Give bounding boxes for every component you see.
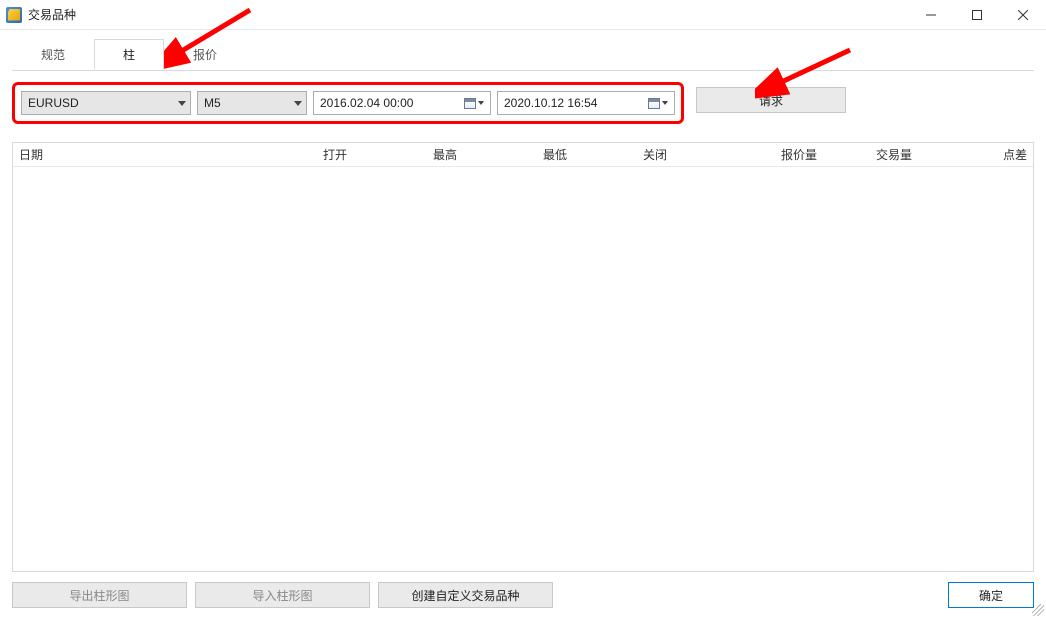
date-from-value: 2016.02.04 00:00 <box>320 96 413 110</box>
date-from-input[interactable]: 2016.02.04 00:00 <box>313 91 491 115</box>
resize-grip[interactable] <box>1032 604 1044 616</box>
col-date[interactable]: 日期 <box>13 146 253 163</box>
date-to-value: 2020.10.12 16:54 <box>504 96 597 110</box>
date-to-input[interactable]: 2020.10.12 16:54 <box>497 91 675 115</box>
table-header: 日期 打开 最高 最低 关闭 报价量 交易量 点差 <box>13 143 1033 167</box>
col-high[interactable]: 最高 <box>353 146 463 163</box>
minimize-button[interactable] <box>908 0 954 30</box>
tab-ticks[interactable]: 报价 <box>164 39 246 70</box>
create-custom-symbol-button[interactable]: 创建自定义交易品种 <box>378 582 553 608</box>
timeframe-select[interactable]: M5 <box>197 91 307 115</box>
import-bars-button[interactable]: 导入柱形图 <box>195 582 370 608</box>
col-volume[interactable]: 交易量 <box>823 146 918 163</box>
export-bars-button[interactable]: 导出柱形图 <box>12 582 187 608</box>
col-open[interactable]: 打开 <box>253 146 353 163</box>
col-spread[interactable]: 点差 <box>918 146 1033 163</box>
bars-table: 日期 打开 最高 最低 关闭 报价量 交易量 点差 <box>12 142 1034 572</box>
tabstrip: 规范 柱 报价 <box>12 39 1034 71</box>
col-close[interactable]: 关闭 <box>573 146 673 163</box>
tab-bars[interactable]: 柱 <box>94 39 164 70</box>
chevron-down-icon <box>294 101 302 106</box>
symbol-select[interactable]: EURUSD <box>21 91 191 115</box>
filter-panel: EURUSD M5 2016.02.04 00:00 2020.10.12 16… <box>12 82 684 124</box>
date-from-picker-button[interactable] <box>462 98 486 109</box>
titlebar: 交易品种 <box>0 0 1046 30</box>
window-title: 交易品种 <box>28 6 76 23</box>
chevron-down-icon <box>178 101 186 106</box>
tab-spec[interactable]: 规范 <box>12 39 94 70</box>
calendar-icon <box>648 98 660 109</box>
calendar-icon <box>464 98 476 109</box>
maximize-button[interactable] <box>954 0 1000 30</box>
chevron-down-icon <box>478 101 484 105</box>
timeframe-select-value: M5 <box>204 96 221 110</box>
col-low[interactable]: 最低 <box>463 146 573 163</box>
app-icon <box>6 7 22 23</box>
date-to-picker-button[interactable] <box>646 98 670 109</box>
chevron-down-icon <box>662 101 668 105</box>
close-button[interactable] <box>1000 0 1046 30</box>
footer: 导出柱形图 导入柱形图 创建自定义交易品种 确定 <box>12 572 1034 608</box>
symbol-select-value: EURUSD <box>28 96 79 110</box>
ok-button[interactable]: 确定 <box>948 582 1034 608</box>
request-button[interactable]: 请求 <box>696 87 846 113</box>
col-tick-vol[interactable]: 报价量 <box>673 146 823 163</box>
